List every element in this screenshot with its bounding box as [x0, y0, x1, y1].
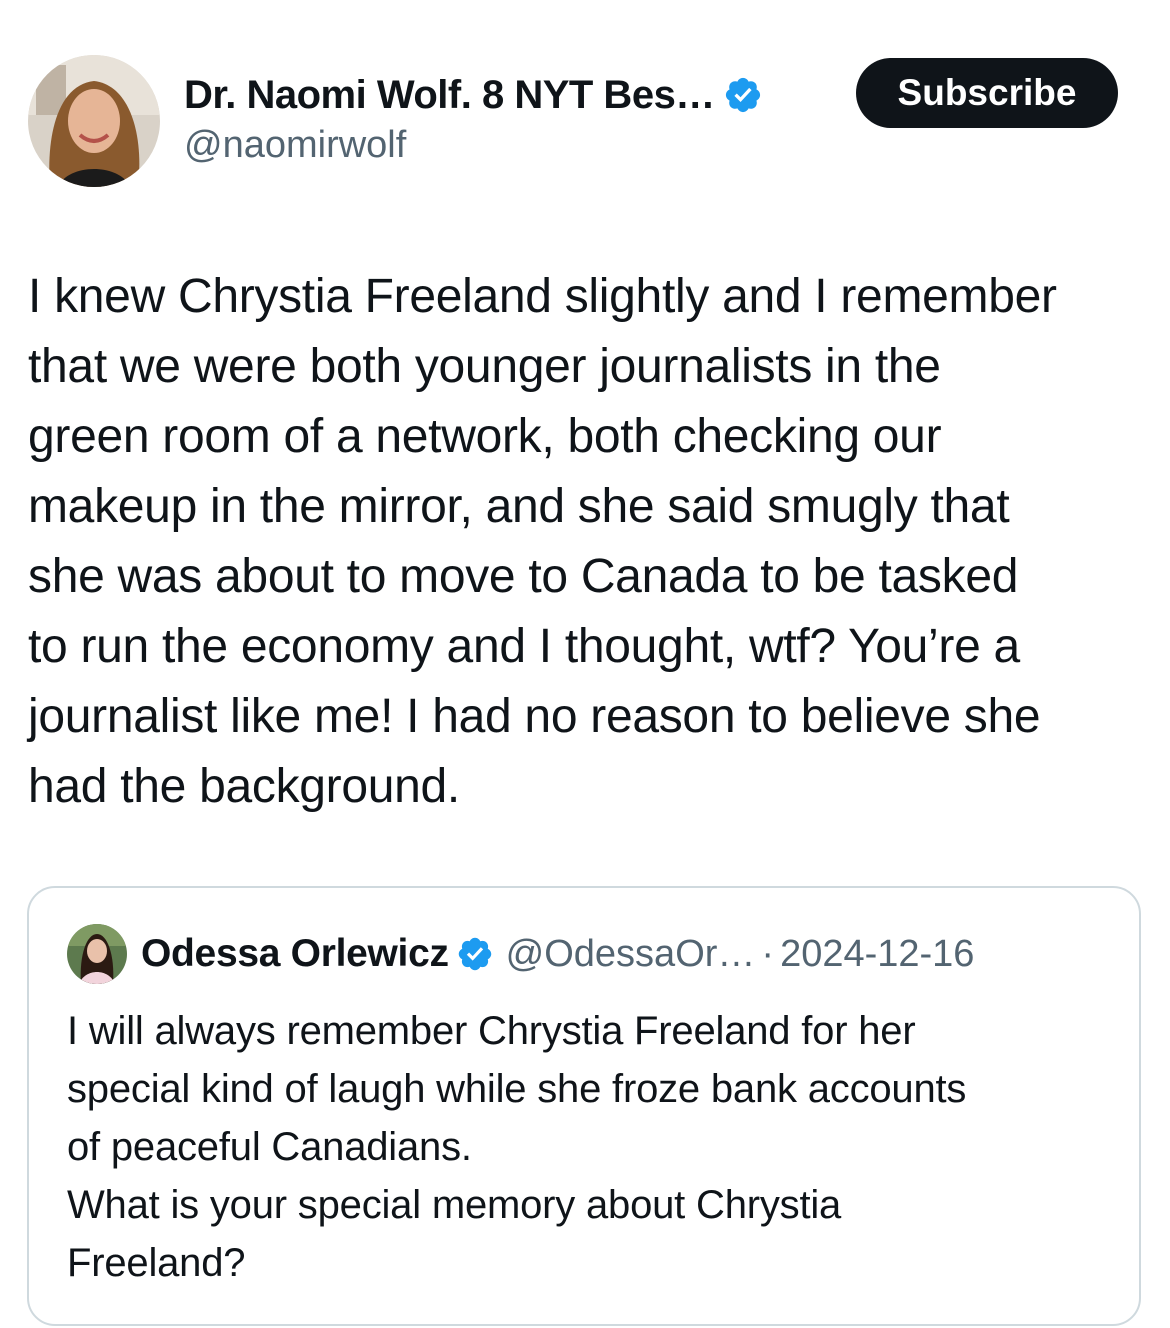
author-handle[interactable]: @naomirwolf [184, 124, 406, 167]
separator-dot: · [761, 932, 775, 975]
subscribe-button[interactable]: Subscribe [856, 58, 1118, 128]
quoted-tweet-header: Odessa Orlewicz @OdessaOr… · 2024-12-16 [67, 924, 974, 984]
quoted-author-name[interactable]: Odessa Orlewicz [141, 932, 449, 976]
verified-badge-icon [723, 75, 763, 115]
quoted-tweet-card[interactable]: Odessa Orlewicz @OdessaOr… · 2024-12-16 … [27, 886, 1141, 1326]
quoted-author-avatar[interactable] [67, 924, 127, 984]
author-display-name[interactable]: Dr. Naomi Wolf. 8 NYT Bes… [184, 73, 715, 118]
quoted-author-handle[interactable]: @OdessaOr… [506, 933, 756, 976]
verified-badge-icon [456, 935, 494, 973]
quoted-tweet-date[interactable]: 2024-12-16 [780, 933, 974, 976]
quoted-tweet-text: I will always remember Chrystia Freeland… [67, 1009, 967, 1285]
tweet-body-text: I knew Chrystia Freeland slightly and I … [28, 270, 1057, 813]
tweet-header: Dr. Naomi Wolf. 8 NYT Bes… @naomirwolf S… [0, 0, 1170, 200]
author-avatar[interactable] [28, 55, 160, 187]
author-name-row[interactable]: Dr. Naomi Wolf. 8 NYT Bes… [184, 66, 763, 124]
